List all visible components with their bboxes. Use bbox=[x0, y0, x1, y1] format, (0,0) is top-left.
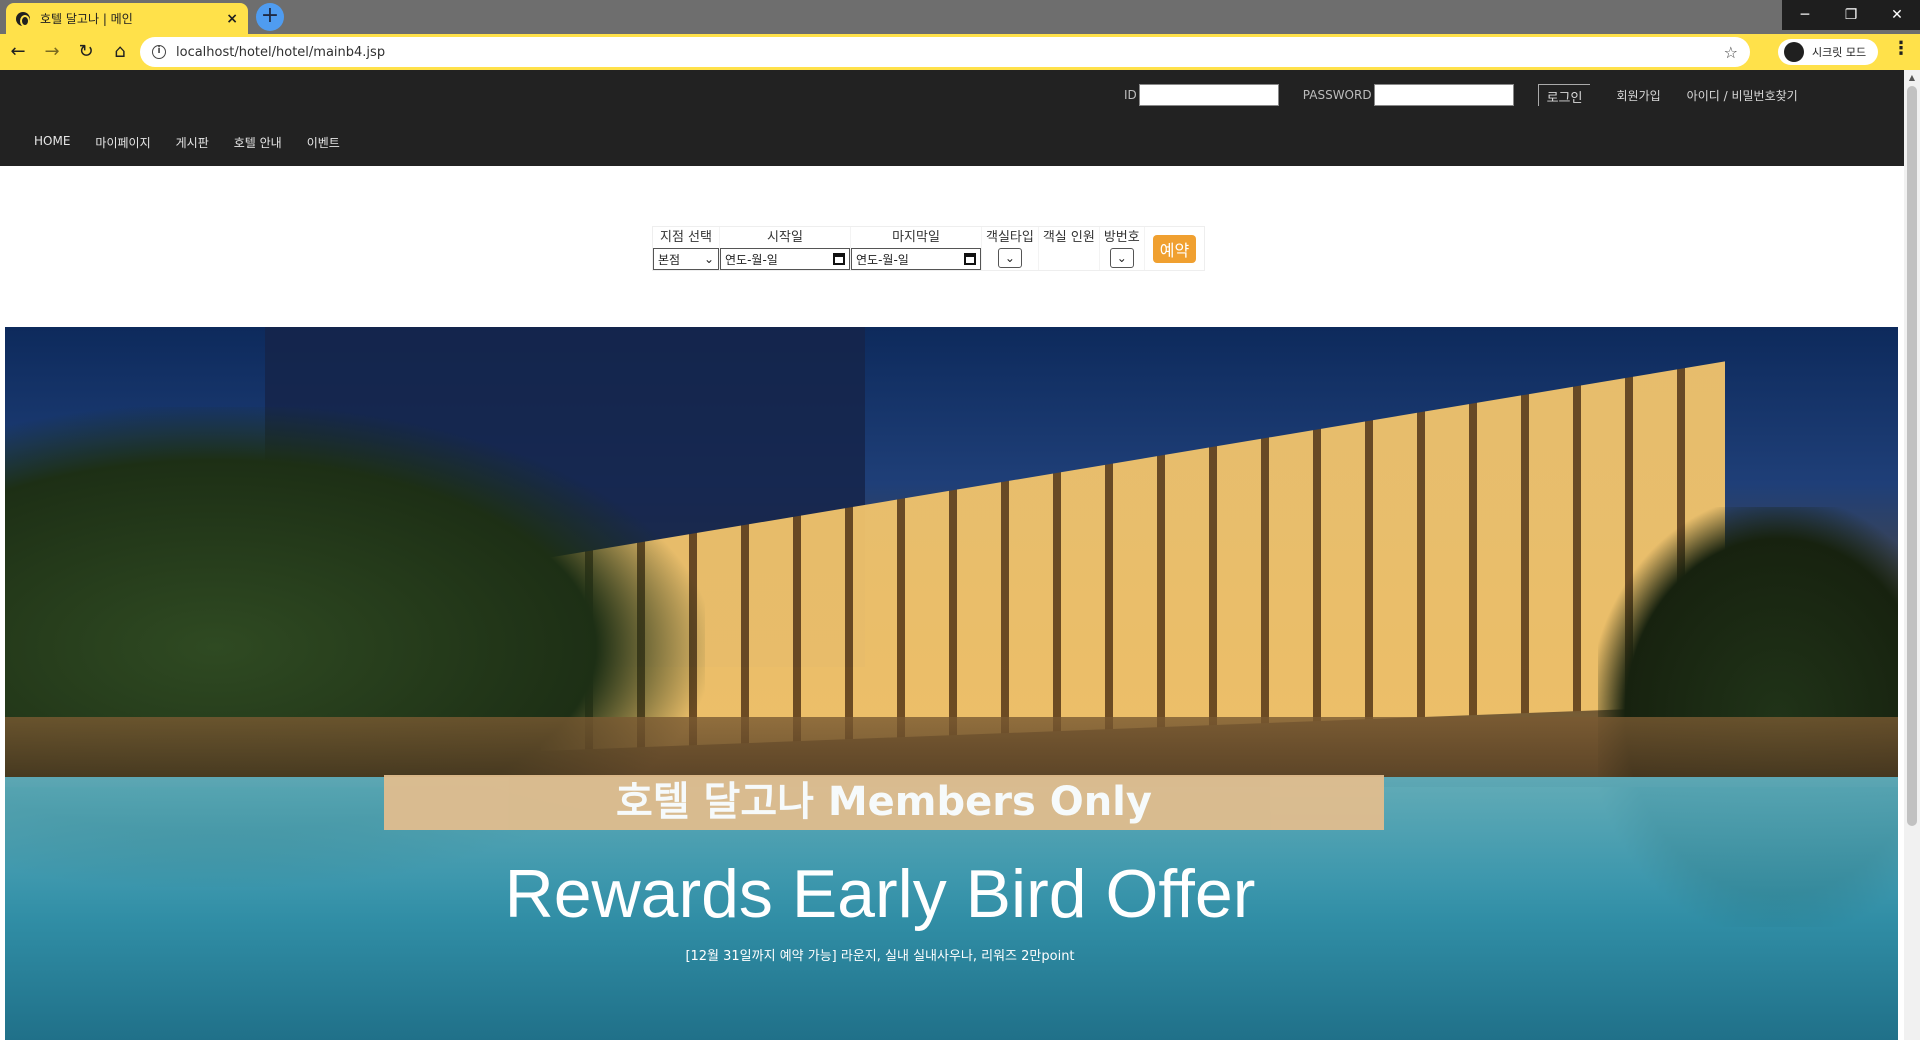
branch-label: 지점 선택 bbox=[660, 230, 712, 245]
chevron-down-icon: ⌄ bbox=[703, 252, 714, 266]
back-arrow-icon[interactable]: ← bbox=[2, 36, 34, 68]
hero-subtext: [12월 31일까지 예약 가능] 라운지, 실내 실내사우나, 리워즈 2만p… bbox=[685, 949, 1075, 964]
calendar-icon[interactable] bbox=[964, 253, 976, 265]
new-tab-button[interactable]: + bbox=[256, 3, 284, 31]
tab-title: 호텔 달고나 | 메인 bbox=[40, 12, 133, 26]
address-bar[interactable]: i localhost/hotel/hotel/mainb4.jsp ☆ bbox=[140, 37, 1750, 67]
end-date-label: 마지막일 bbox=[892, 230, 940, 245]
end-date-placeholder: 연도-월-일 bbox=[856, 252, 909, 267]
chevron-down-icon: ⌄ bbox=[1116, 251, 1127, 265]
find-account-link[interactable]: 아이디 / 비밀번호찾기 bbox=[1687, 87, 1798, 104]
booking-form: 지점 선택 본점 ⌄ 시작일 연도-월-일 마지막일 연도-월-일 객실타입 ⌄ bbox=[652, 226, 1206, 271]
password-label: PASSWORD bbox=[1302, 88, 1372, 102]
nav-home[interactable]: HOME bbox=[34, 134, 70, 151]
password-input[interactable] bbox=[1373, 84, 1514, 106]
nav-hotel-info[interactable]: 호텔 안내 bbox=[234, 134, 282, 151]
branch-value: 본점 bbox=[658, 252, 681, 267]
login-button[interactable]: 로그인 bbox=[1537, 84, 1591, 106]
nav-mypage[interactable]: 마이페이지 bbox=[95, 134, 150, 151]
browser-toolbar: ← → ↻ ⌂ i localhost/hotel/hotel/mainb4.j… bbox=[0, 34, 1920, 70]
id-input[interactable] bbox=[1138, 84, 1279, 106]
end-date-input[interactable]: 연도-월-일 bbox=[851, 248, 981, 270]
site-header: ID PASSWORD 로그인 회원가입 아이디 / 비밀번호찾기 HOME 마… bbox=[0, 70, 1904, 166]
login-form: ID PASSWORD 로그인 회원가입 아이디 / 비밀번호찾기 bbox=[1124, 84, 1824, 106]
branch-column: 지점 선택 본점 ⌄ bbox=[653, 227, 720, 270]
nav-event[interactable]: 이벤트 bbox=[307, 134, 340, 151]
reserve-button[interactable]: 예약 bbox=[1152, 235, 1197, 263]
minimize-icon[interactable]: ─ bbox=[1782, 0, 1828, 30]
room-number-select[interactable]: ⌄ bbox=[1109, 248, 1134, 268]
guests-column: 객실 인원 bbox=[1039, 227, 1100, 270]
browser-tab[interactable]: 호텔 달고나 | 메인 × bbox=[6, 3, 248, 34]
hero-headline: Rewards Early Bird Offer bbox=[504, 856, 1256, 932]
page-scrollbar[interactable]: ▲ bbox=[1904, 70, 1920, 1040]
browser-menu-icon[interactable]: ⋮ bbox=[1892, 38, 1910, 59]
calendar-icon[interactable] bbox=[833, 253, 845, 265]
branch-select[interactable]: 본점 ⌄ bbox=[653, 248, 719, 270]
guests-label: 객실 인원 bbox=[1042, 230, 1095, 245]
forward-arrow-icon[interactable]: → bbox=[36, 36, 68, 68]
main-nav: HOME 마이페이지 게시판 호텔 안내 이벤트 bbox=[34, 134, 365, 151]
id-label: ID bbox=[1124, 88, 1137, 102]
tab-close-icon[interactable]: × bbox=[226, 11, 238, 27]
url-text[interactable]: localhost/hotel/hotel/mainb4.jsp bbox=[176, 45, 1724, 60]
home-icon[interactable]: ⌂ bbox=[104, 36, 136, 68]
end-date-column: 마지막일 연도-월-일 bbox=[851, 227, 982, 270]
chevron-down-icon: ⌄ bbox=[1004, 251, 1015, 265]
room-type-column: 객실타입 ⌄ bbox=[982, 227, 1039, 270]
nav-board[interactable]: 게시판 bbox=[176, 134, 209, 151]
room-type-select[interactable]: ⌄ bbox=[997, 248, 1022, 268]
restore-icon[interactable]: ❐ bbox=[1828, 0, 1874, 30]
site-info-icon[interactable]: i bbox=[152, 45, 166, 59]
favicon-icon bbox=[16, 11, 30, 27]
profile-label: 시크릿 모드 bbox=[1812, 46, 1867, 59]
reload-icon[interactable]: ↻ bbox=[70, 36, 102, 68]
close-window-icon[interactable]: ✕ bbox=[1874, 0, 1920, 30]
scroll-up-icon[interactable]: ▲ bbox=[1904, 70, 1920, 86]
bookmark-star-icon[interactable]: ☆ bbox=[1724, 43, 1738, 62]
start-date-label: 시작일 bbox=[767, 230, 803, 245]
members-only-badge: 호텔 달고나 Members Only bbox=[384, 775, 1384, 830]
browser-tabstrip: 호텔 달고나 | 메인 × + ─ ❐ ✕ bbox=[0, 0, 1920, 34]
room-number-column: 방번호 ⌄ bbox=[1100, 227, 1145, 270]
start-date-input[interactable]: 연도-월-일 bbox=[720, 248, 850, 270]
hero-banner: 호텔 달고나 Members Only Rewards Early Bird O… bbox=[5, 327, 1898, 1040]
window-controls: ─ ❐ ✕ bbox=[1782, 0, 1920, 30]
incognito-icon bbox=[1784, 42, 1804, 62]
scrollbar-thumb[interactable] bbox=[1907, 86, 1917, 826]
signup-link[interactable]: 회원가입 bbox=[1616, 87, 1660, 104]
start-date-placeholder: 연도-월-일 bbox=[725, 252, 778, 267]
page-viewport: ID PASSWORD 로그인 회원가입 아이디 / 비밀번호찾기 HOME 마… bbox=[0, 70, 1904, 1040]
start-date-column: 시작일 연도-월-일 bbox=[720, 227, 851, 270]
room-type-label: 객실타입 bbox=[986, 230, 1034, 245]
room-number-label: 방번호 bbox=[1103, 230, 1140, 245]
incognito-profile[interactable]: 시크릿 모드 bbox=[1778, 39, 1878, 65]
